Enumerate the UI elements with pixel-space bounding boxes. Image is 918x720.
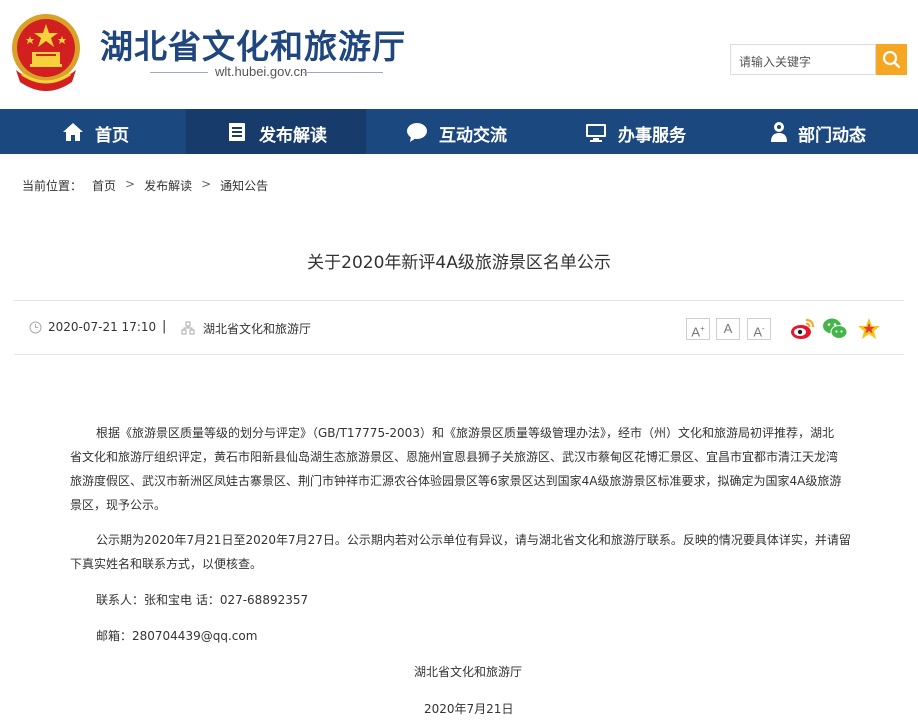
source-icon (181, 321, 195, 335)
nav-label: 首页 (95, 126, 129, 146)
search-icon (882, 50, 901, 69)
article-source: 湖北省文化和旅游厅 (203, 322, 312, 336)
home-icon (63, 123, 83, 141)
breadcrumb-prefix: 当前位置： (22, 179, 83, 193)
document-icon (229, 123, 245, 141)
breadcrumb-item-publish[interactable]: 发布解读 (144, 177, 192, 194)
site-title[interactable]: 湖北省文化和旅游厅 (100, 20, 406, 68)
person-icon (771, 122, 787, 142)
weibo-icon[interactable] (789, 316, 815, 342)
article-meta-bar: 2020-07-21 17:10 | 湖北省文化和旅游厅 A+ A A- (14, 300, 904, 355)
divider (150, 72, 208, 73)
paragraph-line: 省文化和旅游厅组织评定，黄石市阳新县仙岛湖生态旅游景区、恩施州宣恩县狮子关旅游区… (70, 450, 839, 464)
font-size-increase-button[interactable]: A+ (686, 318, 710, 340)
breadcrumb-separator: > (201, 177, 212, 191)
breadcrumb-item-home[interactable]: 首页 (92, 177, 116, 194)
signature-date: 2020年7月21日 (424, 702, 514, 716)
font-size-default-button[interactable]: A (716, 318, 740, 340)
site-header: 湖北省文化和旅游厅 wlt.hubei.gov.cn 请输入关键字 (0, 0, 918, 109)
breadcrumb: 当前位置： 首页 > 发布解读 > 通知公告 (22, 177, 268, 194)
meta-divider: | (162, 319, 167, 334)
site-domain: wlt.hubei.gov.cn (215, 64, 308, 79)
paragraph-line: 公示期为2020年7月21日至2020年7月27日。公示期内若对公示单位有异议，… (96, 533, 851, 547)
signature: 湖北省文化和旅游厅 (414, 665, 523, 679)
nav-item-department-news[interactable]: 部门动态 (728, 109, 918, 154)
email-line[interactable]: 邮箱：280704439@qq.com (96, 627, 257, 644)
favorite-star-icon[interactable] (856, 316, 882, 342)
nav-label: 发布解读 (259, 126, 327, 146)
divider (303, 72, 383, 73)
paragraph-line: 根据《旅游景区质量等级的划分与评定》（GB/T17775-2003）和《旅游景区… (96, 426, 834, 440)
main-nav: 首页 发布解读 互动交流 办事服务 部门动态 (0, 109, 918, 154)
paragraph-line: 旅游度假区、武汉市新洲区凤娃古寨景区、荆门市钟祥市汇源农谷体验园景区等6家景区达… (70, 474, 842, 488)
national-emblem-icon (12, 14, 80, 91)
nav-item-interaction[interactable]: 互动交流 (366, 109, 546, 154)
monitor-icon (586, 124, 606, 142)
clock-icon (29, 321, 42, 334)
contact-line: 联系人：张和宝电 话：027-68892357 (96, 593, 309, 607)
breadcrumb-item-notices[interactable]: 通知公告 (220, 177, 268, 194)
paragraph-line: 景区，现予公示。 (70, 498, 167, 512)
search-input[interactable]: 请输入关键字 (730, 44, 876, 75)
nav-label: 互动交流 (439, 126, 507, 146)
nav-item-services[interactable]: 办事服务 (546, 109, 728, 154)
search-button[interactable] (876, 44, 907, 75)
breadcrumb-separator: > (125, 177, 136, 191)
publish-date: 2020-07-21 17:10 (48, 320, 157, 334)
paragraph-line: 下真实姓名和联系方式，以便核查。 (70, 557, 263, 571)
nav-item-publish[interactable]: 发布解读 (186, 109, 366, 154)
nav-label: 部门动态 (798, 126, 866, 146)
wechat-icon[interactable] (822, 316, 848, 342)
article-title: 关于2020年新评4A级旅游景区名单公示 (307, 253, 611, 273)
font-size-decrease-button[interactable]: A- (747, 318, 771, 340)
nav-item-home[interactable]: 首页 (0, 109, 186, 154)
nav-label: 办事服务 (618, 126, 686, 146)
chat-icon (407, 123, 427, 142)
